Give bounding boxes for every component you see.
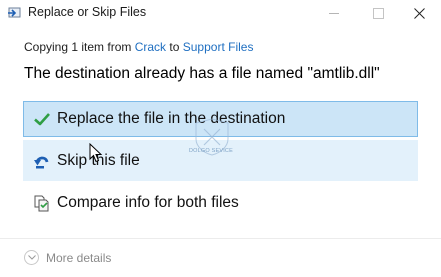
title-bar: Replace or Skip Files — [0, 0, 441, 28]
close-icon — [413, 7, 425, 19]
compare-option-label: Compare info for both files — [57, 194, 239, 211]
replace-skip-dialog: Replace or Skip Files Copying 1 item fro… — [0, 0, 441, 277]
mouse-pointer-icon — [89, 143, 103, 163]
more-details-toggle[interactable]: More details — [24, 250, 111, 265]
conflict-heading: The destination already has a file named… — [24, 65, 380, 82]
source-folder-link[interactable]: Crack — [135, 40, 166, 54]
close-button[interactable] — [397, 0, 441, 26]
copy-info: Copying 1 item from Crack to Support Fil… — [24, 40, 253, 54]
footer-divider — [0, 238, 441, 239]
replace-option-label: Replace the file in the destination — [57, 110, 286, 127]
compare-files-icon — [34, 195, 49, 212]
copy-prefix: Copying 1 item from — [24, 40, 135, 54]
chevron-down-icon — [24, 250, 39, 265]
skip-arrow-icon — [34, 156, 49, 168]
copy-arrow-icon — [8, 7, 21, 18]
maximize-button[interactable] — [356, 0, 400, 26]
window-title: Replace or Skip Files — [28, 5, 147, 19]
checkmark-icon — [34, 113, 50, 126]
destination-folder-link[interactable]: Support Files — [183, 40, 254, 54]
compare-files-option[interactable]: Compare info for both files — [23, 184, 418, 222]
maximize-icon — [372, 7, 384, 19]
more-details-label: More details — [46, 250, 112, 265]
minimize-button[interactable] — [312, 0, 356, 26]
watermark-text: DOLGO SEVICE — [189, 148, 233, 154]
copy-middle: to — [166, 40, 183, 54]
minimize-icon — [329, 12, 339, 14]
